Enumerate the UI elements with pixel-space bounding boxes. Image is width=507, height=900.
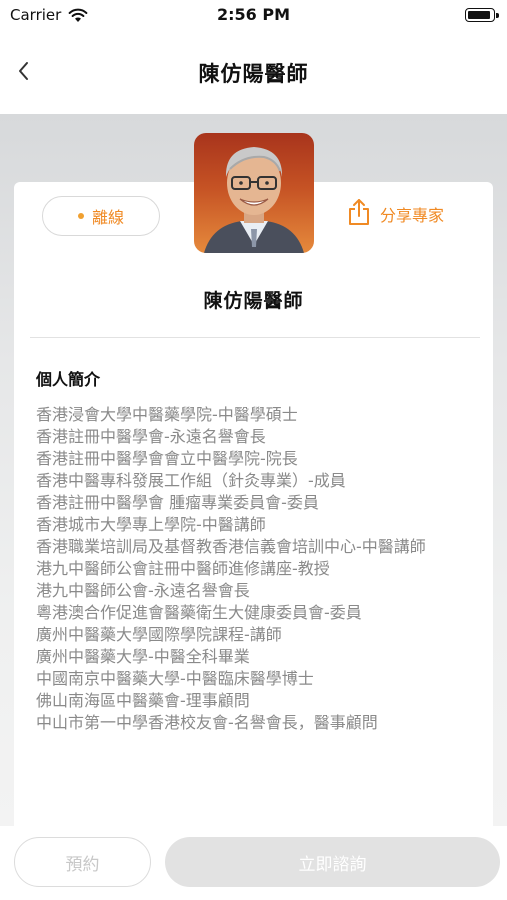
bio-item: 香港註冊中醫學會會立中醫學院-院長 [36,449,298,468]
bio-item: 粵港澳合作促進會醫藥衛生大健康委員會-委員 [36,603,362,622]
status-bar: Carrier 2:56 PM [0,0,507,30]
bio-item: 廣州中醫藥大學國際學院課程-講師 [36,625,282,644]
bio-item: 中山市第一中學香港校友會-名譽會長，醫事顧問 [36,713,378,732]
bio-section-title: 個人簡介 [36,370,101,389]
navigation-bar: 陳仿陽醫師 [0,30,507,114]
bio-item: 中國南京中醫藥大學-中醫臨床醫學博士 [36,669,314,688]
doctor-name: 陳仿陽醫師 [203,290,304,312]
doctor-avatar [194,133,314,253]
bio-item: 港九中醫師公會-永遠名譽會長 [36,581,250,600]
share-expert-label: 分享專家 [380,206,445,225]
status-label: 離線 [91,208,124,227]
bio-list: 香港浸會大學中醫藥學院-中醫學碩士 香港註冊中醫學會-永遠名譽會長 香港註冊中醫… [36,404,476,734]
online-status-badge: 離線 [42,196,160,236]
bio-item: 佛山南海區中醫藥會-理事顧問 [36,691,250,710]
clock-time: 2:56 PM [216,5,290,24]
page-title: 陳仿陽醫師 [198,62,309,86]
bio-item: 香港職業培訓局及基督教香港信義會培訓中心-中醫講師 [36,537,426,556]
bio-item: 香港浸會大學中醫藥學院-中醫學碩士 [36,405,298,424]
book-appointment-button[interactable]: 預約 [14,837,151,887]
divider [30,337,480,338]
share-icon [346,197,372,231]
bio-item: 香港註冊中醫學會-永遠名譽會長 [36,427,266,446]
consult-now-button[interactable]: 立即諮詢 [165,837,500,887]
bio-item: 廣州中醫藥大學-中醫全科畢業 [36,647,250,666]
status-dot-icon [77,213,84,219]
bio-item: 香港註冊中醫學會 腫瘤專業委員會-委員 [36,493,319,512]
bio-item: 香港中醫專科發展工作組（針灸專業）-成員 [36,471,346,490]
battery-icon [465,8,499,22]
bottom-action-bar: 預約 立即諮詢 [0,826,507,900]
bio-item: 香港城市大學專上學院-中醫講師 [36,515,266,534]
bio-item: 港九中醫師公會註冊中醫師進修講座-教授 [36,559,330,578]
share-expert-button[interactable]: 分享專家 [346,198,444,230]
